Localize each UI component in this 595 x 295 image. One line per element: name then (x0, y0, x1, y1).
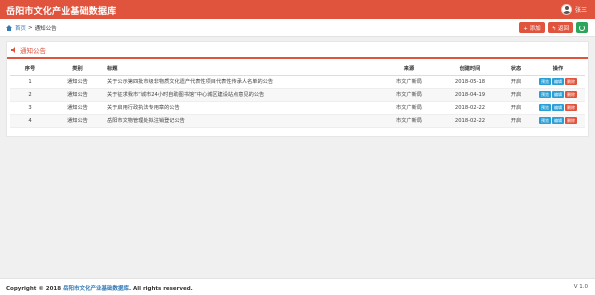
back-button[interactable]: ↰ 返回 (547, 22, 573, 33)
header-category: 类别 (50, 63, 105, 76)
cell-category: 通知公告 (50, 114, 105, 128)
cell-source: 市文广新局 (379, 88, 439, 102)
cell-title[interactable]: 岳阳市文物管理处拟注销登记公告 (105, 114, 379, 128)
edit-button[interactable]: 编辑 (552, 78, 564, 85)
cell-status: 开启 (501, 88, 531, 102)
breadcrumb-separator: > (28, 25, 33, 31)
cell-category: 通知公告 (50, 88, 105, 102)
cell-actions: 预览 编辑 删除 (531, 101, 585, 115)
cell-created: 2018-02-22 (439, 101, 501, 115)
top-navbar: 岳阳市文化产业基础数据库 张三 (0, 0, 595, 19)
delete-button[interactable]: 删除 (565, 104, 577, 111)
refresh-icon (579, 24, 585, 31)
breadcrumb: 首页 > 通知公告 (6, 24, 57, 32)
header-created: 创建时间 (439, 63, 501, 76)
cell-source: 市文广新局 (379, 101, 439, 115)
app-title[interactable]: 岳阳市文化产业基础数据库 (6, 4, 116, 17)
panel-title-divider (7, 57, 588, 59)
header-status: 状态 (501, 63, 531, 76)
table-row[interactable]: 2 通知公告 关于征求我市“城市24小时自助图书馆”中心城区建设站点意见的公告 … (10, 88, 585, 102)
panel-title: 通知公告 (11, 45, 46, 55)
cell-category: 通知公告 (50, 75, 105, 89)
edit-button[interactable]: 编辑 (552, 117, 564, 124)
cell-source: 市文广新局 (379, 75, 439, 89)
cell-title[interactable]: 关于启用行政执法专用章的公告 (105, 101, 379, 115)
notice-panel: 通知公告 序号 类别 标题 来源 创建时间 状态 操作 1 通知公告 关于公示第… (6, 41, 589, 137)
user-menu[interactable]: 张三 (560, 3, 587, 16)
table-row[interactable]: 3 通知公告 关于启用行政执法专用章的公告 市文广新局 2018-02-22 开… (10, 101, 585, 115)
cell-actions: 预览 编辑 删除 (531, 88, 585, 102)
preview-button[interactable]: 预览 (539, 91, 551, 98)
cell-category: 通知公告 (50, 101, 105, 115)
sub-toolbar: 首页 > 通知公告 + 添加 ↰ 返回 (0, 19, 595, 37)
edit-button[interactable]: 编辑 (552, 104, 564, 111)
header-index: 序号 (10, 63, 50, 76)
cell-created: 2018-04-19 (439, 88, 501, 102)
cell-index: 3 (10, 101, 50, 115)
notice-table: 序号 类别 标题 来源 创建时间 状态 操作 1 通知公告 关于公示第四批市级非… (10, 63, 585, 128)
edit-button[interactable]: 编辑 (552, 91, 564, 98)
delete-button[interactable]: 删除 (565, 117, 577, 124)
preview-button[interactable]: 预览 (539, 104, 551, 111)
version-label: V 1.0 (573, 284, 588, 290)
avatar[interactable] (560, 4, 572, 15)
table-header-row: 序号 类别 标题 来源 创建时间 状态 操作 (10, 63, 585, 76)
cell-title[interactable]: 关于征求我市“城市24小时自助图书馆”中心城区建设站点意见的公告 (105, 88, 379, 102)
footer: Copyright © 2018 岳阳市文化产业基础数据库. All right… (0, 278, 595, 295)
speaker-icon (11, 47, 18, 53)
cell-actions: 预览 编辑 删除 (531, 75, 585, 89)
cell-created: 2018-02-22 (439, 114, 501, 128)
copyright-prefix: Copyright © 2018 (6, 286, 62, 292)
cell-source: 市文广新局 (379, 114, 439, 128)
user-name[interactable]: 张三 (575, 5, 587, 14)
preview-button[interactable]: 预览 (539, 117, 551, 124)
copyright-suffix: . All rights reserved. (129, 286, 193, 292)
breadcrumb-current: 通知公告 (34, 26, 57, 32)
delete-button[interactable]: 删除 (565, 78, 577, 85)
table-row[interactable]: 4 通知公告 岳阳市文物管理处拟注销登记公告 市文广新局 2018-02-22 … (10, 114, 585, 128)
refresh-button[interactable] (576, 22, 588, 33)
cell-index: 2 (10, 88, 50, 102)
cell-status: 开启 (501, 114, 531, 128)
cell-status: 开启 (501, 101, 531, 115)
copyright-link[interactable]: 岳阳市文化产业基础数据库 (63, 286, 129, 292)
panel-title-text: 通知公告 (20, 47, 46, 55)
copyright: Copyright © 2018 岳阳市文化产业基础数据库. All right… (6, 284, 193, 292)
toolbar-buttons: + 添加 ↰ 返回 (519, 22, 588, 33)
cell-title[interactable]: 关于公示第四批市级非物质文化遗产代表性项目代表性传承人名单的公告 (105, 75, 379, 89)
cell-actions: 预览 编辑 删除 (531, 114, 585, 128)
breadcrumb-home-link[interactable]: 首页 (15, 24, 26, 32)
table-row[interactable]: 1 通知公告 关于公示第四批市级非物质文化遗产代表性项目代表性传承人名单的公告 … (10, 75, 585, 89)
header-source: 来源 (379, 63, 439, 76)
preview-button[interactable]: 预览 (539, 78, 551, 85)
delete-button[interactable]: 删除 (565, 91, 577, 98)
cell-index: 4 (10, 114, 50, 128)
add-button[interactable]: + 添加 (519, 22, 545, 33)
cell-status: 开启 (501, 75, 531, 89)
cell-index: 1 (10, 75, 50, 89)
home-icon (6, 25, 12, 31)
cell-created: 2018-05-18 (439, 75, 501, 89)
header-actions: 操作 (531, 63, 585, 76)
header-title: 标题 (105, 63, 379, 76)
